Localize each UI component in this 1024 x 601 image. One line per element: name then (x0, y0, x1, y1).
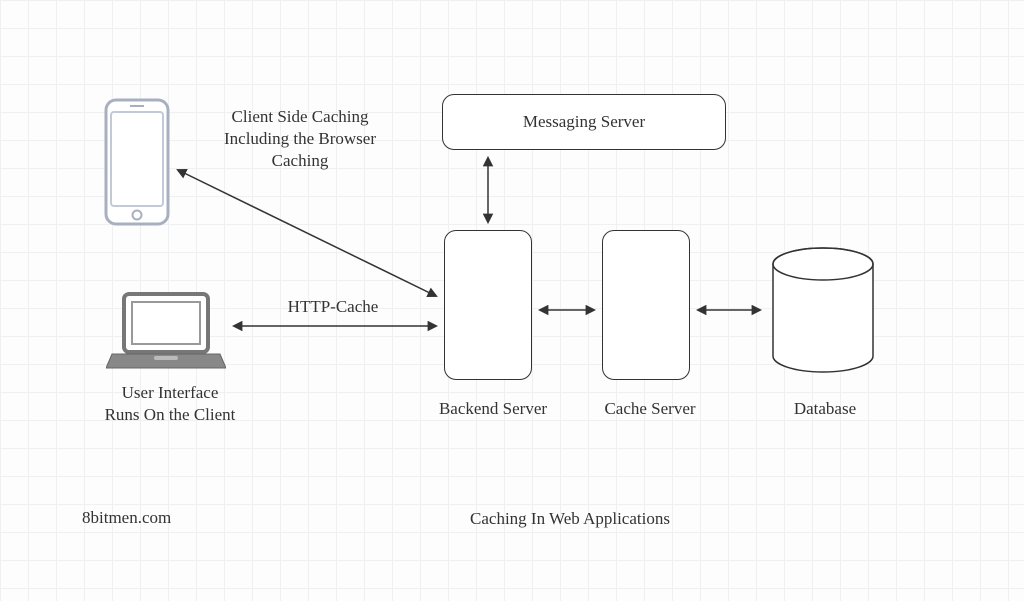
attribution-text: 8bitmen.com (82, 508, 171, 527)
diagram-title-text: Caching In Web Applications (470, 509, 670, 528)
diagram-title: Caching In Web Applications (420, 508, 720, 530)
attribution: 8bitmen.com (82, 508, 171, 528)
arrow-phone-backend (178, 170, 436, 296)
